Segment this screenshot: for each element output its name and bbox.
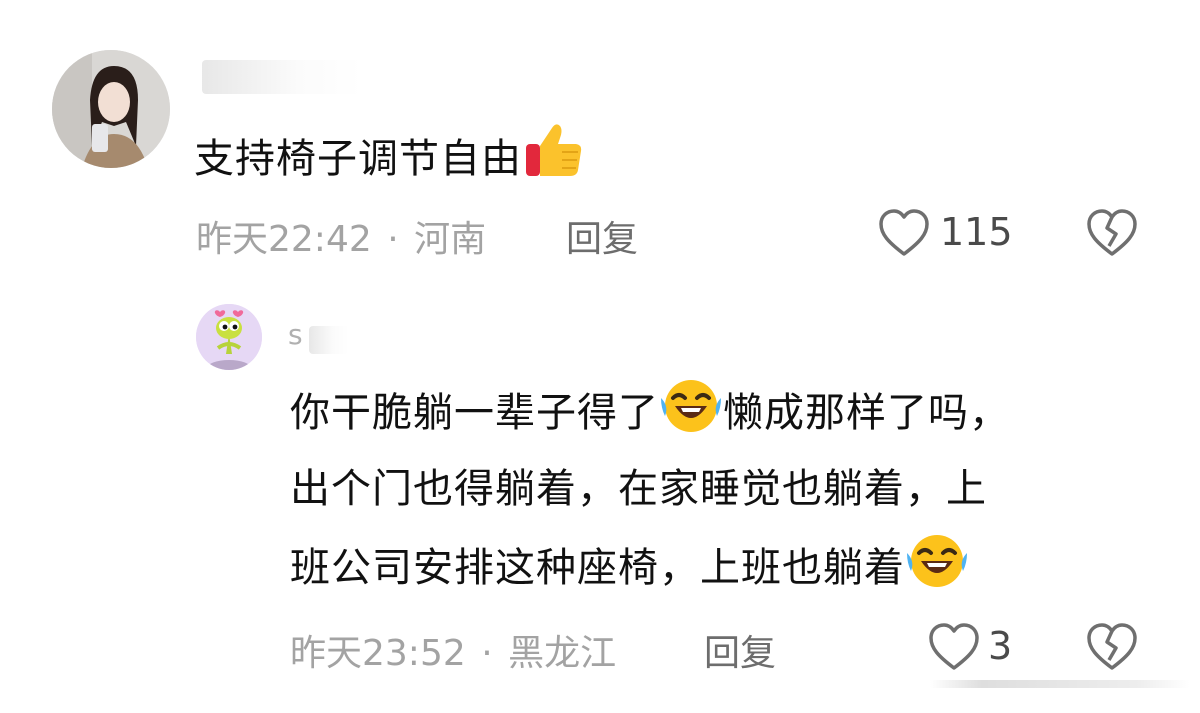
frog-avatar-icon [196,304,262,370]
reply-button[interactable]: 回复 [566,210,638,262]
laughing-tears-emoji-icon [659,372,723,436]
reply-like-count: 3 [988,624,1013,668]
reply-dislike-broken-heart-icon[interactable] [1086,622,1138,672]
reply-heart-icon[interactable] [928,622,980,672]
username-blur [202,59,362,94]
reply-line-3: 班公司安排这种座椅，上班也躺着 [290,527,1170,606]
reply-location: 黑龙江 [508,633,617,674]
location: 河南 [414,219,487,260]
comment-meta: 昨天22:42 · 河南 [196,210,486,262]
reply-line-1-part-b: 懒成那样了吗， [723,390,1010,436]
reply-meta: 昨天23:52 · 黑龙江 [290,624,616,676]
username[interactable] [196,54,362,98]
reply-avatar[interactable] [196,304,262,370]
reply-username[interactable]: s [288,318,349,362]
reply-comment-text: 你干脆躺一辈子得了 懒成那样了吗， 出个门也得躺着，在家睡觉也躺着，上 班公司安… [290,372,1170,606]
reply-username-text: s [288,318,303,351]
reply-username-blur [308,325,349,354]
reply-line-1: 你干脆躺一辈子得了 懒成那样了吗， [290,372,1170,451]
reply-timestamp: 昨天23:52 [290,633,466,674]
reply-line-2: 出个门也得躺着，在家睡觉也躺着，上 [290,466,987,512]
reply-line-3-text: 班公司安排这种座椅，上班也躺着 [290,545,905,591]
thumbs-up-emoji-icon [522,118,586,182]
heart-icon[interactable] [878,208,930,258]
timestamp: 昨天22:42 [196,219,372,260]
laughing-tears-emoji-icon [905,527,969,591]
comment-text: 支持椅子调节自由 [194,118,586,197]
watermark-strip [930,680,1190,688]
like-count: 115 [940,210,1013,254]
reply-line-1-part-a: 你干脆躺一辈子得了 [290,390,659,436]
avatar-photo [52,50,170,168]
reply-meta-separator: · [481,633,493,674]
reply-reply-button[interactable]: 回复 [704,624,776,676]
meta-separator: · [387,219,399,260]
dislike-broken-heart-icon[interactable] [1086,208,1138,258]
avatar[interactable] [52,50,170,168]
comment-body: 支持椅子调节自由 [194,136,522,182]
